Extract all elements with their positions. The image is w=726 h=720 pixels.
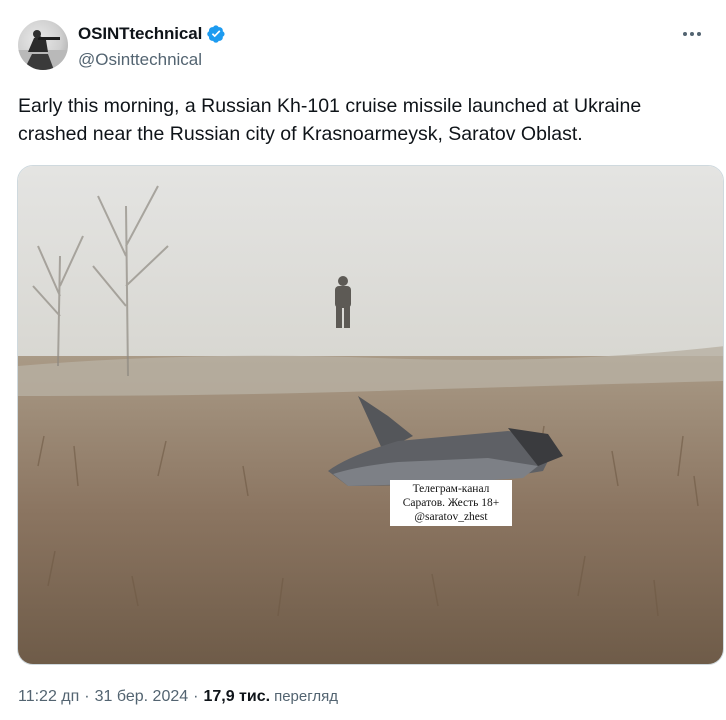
more-dot <box>690 32 694 36</box>
photo-watermark: Телеграм-канал Саратов. Жесть 18+ @sarat… <box>390 480 512 526</box>
tweet-meta: 11:22 дп · 31 бер. 2024 · 17,9 тис. пере… <box>18 688 338 706</box>
more-horizontal-icon[interactable] <box>680 24 704 44</box>
tweet-time[interactable]: 11:22 дп <box>18 688 79 706</box>
tweet-header: OSINTtechnical @Osinttechnical <box>18 20 708 76</box>
meta-separator: · <box>193 688 199 705</box>
views-count: 17,9 тис. <box>203 688 271 705</box>
avatar[interactable] <box>18 20 68 70</box>
watermark-line: @saratov_zhest <box>414 511 488 523</box>
watermark-line: Телеграм-канал <box>412 483 490 495</box>
views-label: перегляд <box>274 688 338 705</box>
more-dot <box>697 32 701 36</box>
watermark-line: Саратов. Жесть 18+ <box>402 497 500 509</box>
verified-badge-icon <box>207 25 225 43</box>
author-name-row: OSINTtechnical <box>78 24 226 44</box>
author-display-name[interactable]: OSINTtechnical <box>78 24 202 44</box>
meta-separator: · <box>84 688 90 705</box>
tweet-date[interactable]: 31 бер. 2024 <box>95 688 189 706</box>
author-handle[interactable]: @Osinttechnical <box>78 50 202 70</box>
tweet-text: Early this morning, a Russian Kh-101 cru… <box>18 95 642 145</box>
more-dot <box>683 32 687 36</box>
tweet-photo[interactable] <box>17 165 724 665</box>
